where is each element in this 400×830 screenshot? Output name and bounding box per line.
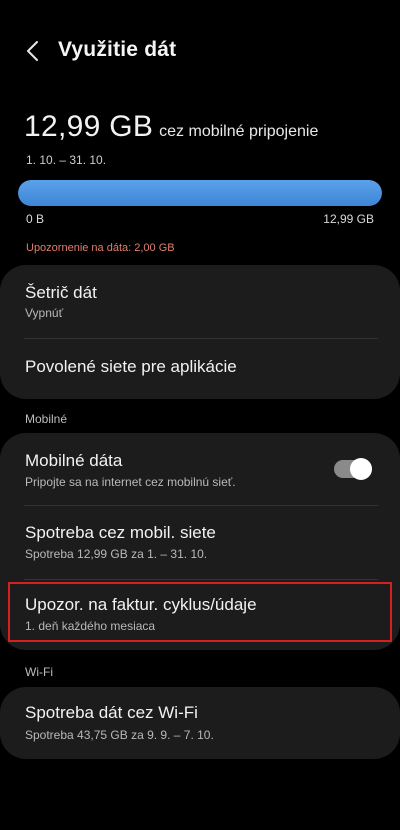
- usage-period: 1. 10. – 31. 10.: [26, 153, 107, 167]
- chevron-left-icon: [27, 41, 38, 61]
- data-usage-screen: Využitie dát 12,99 GB cez mobilné pripoj…: [0, 0, 400, 830]
- section-label-wifi: Wi-Fi: [25, 665, 53, 679]
- data-saver-title: Šetrič dát: [25, 283, 97, 302]
- mobile-usage-row[interactable]: Spotreba cez mobil. siete Spotreba 12,99…: [0, 506, 400, 580]
- allowed-networks-title: Povolené siete pre aplikácie: [25, 357, 237, 376]
- mobile-data-title: Mobilné dáta: [25, 451, 123, 470]
- mobile-data-toggle[interactable]: [334, 458, 372, 480]
- page-title: Využitie dát: [58, 38, 177, 61]
- usage-amount: 12,99 GB: [24, 110, 154, 143]
- usage-progress-bar: [18, 180, 382, 206]
- mobile-usage-subtitle: Spotreba 12,99 GB za 1. – 31. 10.: [25, 547, 208, 561]
- data-warning-label: Upozornenie na dáta: 2,00 GB: [26, 242, 175, 254]
- billing-cycle-subtitle: 1. deň každého mesiaca: [25, 619, 156, 633]
- back-button[interactable]: [18, 36, 48, 66]
- progress-min-label: 0 B: [26, 212, 45, 226]
- wifi-usage-title: Spotreba dát cez Wi-Fi: [25, 703, 198, 722]
- app-bar: Využitie dát: [0, 28, 400, 74]
- data-saver-status: Vypnúť: [25, 306, 64, 320]
- usage-progress-fill: [18, 180, 382, 206]
- mobile-data-subtitle: Pripojte sa na internet cez mobilnú sieť…: [25, 475, 236, 489]
- wifi-usage-subtitle: Spotreba 43,75 GB za 9. 9. – 7. 10.: [25, 728, 214, 742]
- data-saver-row[interactable]: Šetrič dát Vypnúť: [0, 265, 400, 339]
- billing-cycle-row[interactable]: Upozor. na faktur. cyklus/údaje 1. deň k…: [0, 580, 400, 650]
- wifi-usage-row[interactable]: Spotreba dát cez Wi-Fi Spotreba 43,75 GB…: [0, 687, 400, 759]
- allowed-networks-row[interactable]: Povolené siete pre aplikácie: [0, 339, 400, 399]
- billing-cycle-title: Upozor. na faktur. cyklus/údaje: [25, 595, 257, 614]
- mobile-usage-title: Spotreba cez mobil. siete: [25, 523, 216, 542]
- toggle-knob: [350, 458, 372, 480]
- usage-summary: 12,99 GB cez mobilné pripojenie: [24, 110, 318, 144]
- section-label-mobile: Mobilné: [25, 412, 68, 426]
- progress-max-label: 12,99 GB: [323, 212, 374, 226]
- data-saver-card: Šetrič dát Vypnúť Povolené siete pre apl…: [0, 265, 400, 399]
- usage-suffix: cez mobilné pripojenie: [159, 123, 319, 140]
- wifi-card: Spotreba dát cez Wi-Fi Spotreba 43,75 GB…: [0, 687, 400, 759]
